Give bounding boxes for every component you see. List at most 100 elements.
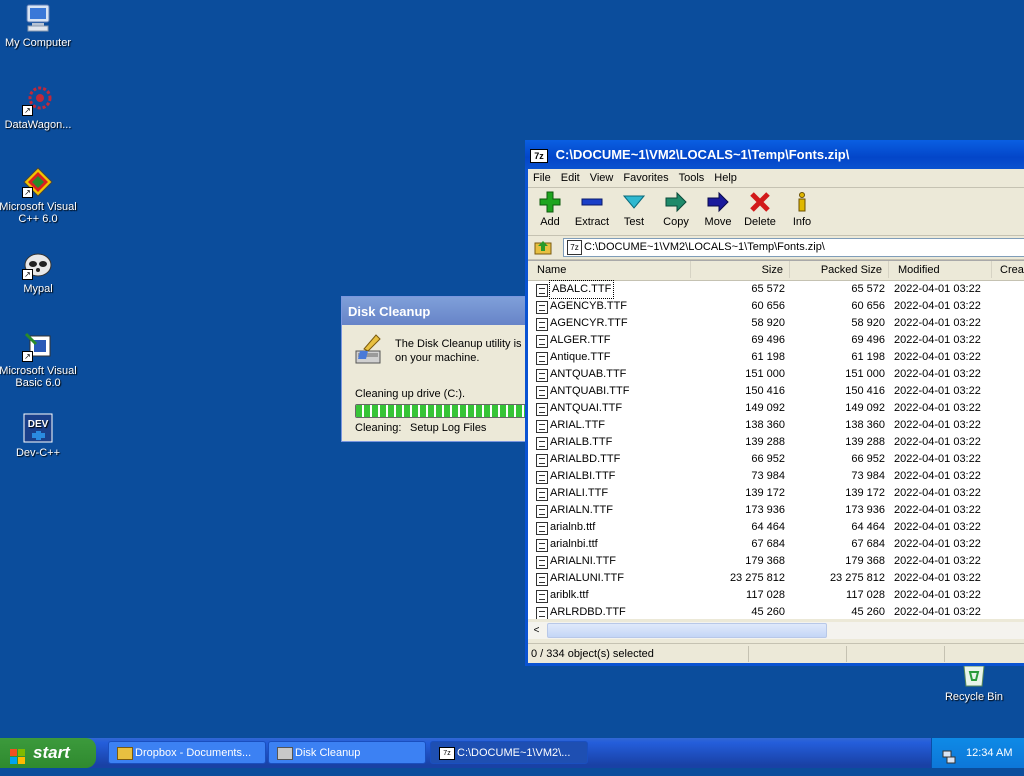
file-name: AGENCYB.TTF <box>550 300 628 312</box>
file-packed-size: 117 028 <box>846 589 885 601</box>
scroll-left-icon[interactable]: < <box>529 623 544 638</box>
7zip-toolbar: Add Extract Test Copy Move Delete Info <box>528 188 1024 236</box>
desktop-icon-my-computer[interactable]: My Computer <box>0 2 80 49</box>
status-bar: 0 / 334 object(s) selected <box>528 643 1024 664</box>
table-row[interactable]: ARIAL.TTF 138 360 138 360 2022-04-01 03:22 <box>528 417 1024 434</box>
table-row[interactable]: AGENCYR.TTF 58 920 58 920 2022-04-01 03:22 <box>528 315 1024 332</box>
task-7zip[interactable]: 7z C:\DOCUME~1\VM2\... <box>430 741 588 764</box>
dev-cpp-icon: DEV <box>22 412 54 444</box>
file-modified: 2022-04-01 03:22 <box>894 385 981 397</box>
address-bar: 7z C:\DOCUME~1\VM2\LOCALS~1\Temp\Fonts.z… <box>528 236 1024 260</box>
copy-button-label: Copy <box>663 216 689 228</box>
file-name: AGENCYR.TTF <box>550 317 628 329</box>
table-row[interactable]: ariblk.ttf 117 028 117 028 2022-04-01 03:22 <box>528 587 1024 604</box>
table-row[interactable]: Antique.TTF 61 198 61 198 2022-04-01 03:22 <box>528 349 1024 366</box>
file-modified: 2022-04-01 03:22 <box>894 334 981 346</box>
progress-fill <box>356 405 534 417</box>
file-packed-size: 69 496 <box>851 334 885 346</box>
address-text: C:\DOCUME~1\VM2\LOCALS~1\Temp\Fonts.zip\ <box>584 241 825 253</box>
start-button[interactable]: start <box>0 738 96 768</box>
clock[interactable]: 12:34 AM <box>966 738 1012 768</box>
menu-tools[interactable]: Tools <box>674 169 710 187</box>
table-row[interactable]: ABALC.TTF 65 572 65 572 2022-04-01 03:22 <box>528 280 1024 299</box>
desktop-icon-label: Microsoft Visual Basic 6.0 <box>0 365 77 389</box>
copy-button[interactable]: Copy <box>656 188 696 228</box>
address-input[interactable]: 7z C:\DOCUME~1\VM2\LOCALS~1\Temp\Fonts.z… <box>563 238 1024 257</box>
file-size: 179 368 <box>745 555 785 567</box>
table-row[interactable]: ARIALBI.TTF 73 984 73 984 2022-04-01 03:22 <box>528 468 1024 485</box>
up-folder-icon[interactable] <box>534 239 552 258</box>
file-modified: 2022-04-01 03:22 <box>894 351 981 363</box>
table-row[interactable]: arialnb.ttf 64 464 64 464 2022-04-01 03:22 <box>528 519 1024 536</box>
table-row[interactable]: ANTQUABI.TTF 150 416 150 416 2022-04-01 03:… <box>528 383 1024 400</box>
network-icon[interactable] <box>942 746 956 764</box>
file-packed-size: 45 260 <box>851 606 885 618</box>
table-row[interactable]: ARIALUNI.TTF 23 275 812 23 275 812 2022-04-… <box>528 570 1024 587</box>
file-name: ARIALUNI.TTF <box>550 572 624 584</box>
desktop-icon-label: DataWagon... <box>4 119 72 131</box>
file-name: ABALC.TTF <box>548 280 615 299</box>
desktop-icon-label: Recycle Bin <box>944 691 1004 703</box>
desktop-icon-label: My Computer <box>4 37 72 49</box>
file-name: ARIALB.TTF <box>550 436 613 448</box>
desktop-icon-visual-cpp[interactable]: ↗ Microsoft Visual C++ 6.0 <box>0 166 80 225</box>
extract-button[interactable]: Extract <box>572 188 612 228</box>
desktop-icon-recycle-bin[interactable]: Recycle Bin <box>932 665 1016 703</box>
info-button[interactable]: Info <box>782 188 822 228</box>
check-icon <box>623 195 645 209</box>
table-row[interactable]: ARLRDBD.TTF 45 260 45 260 2022-04-01 03:22 <box>528 604 1024 619</box>
my-computer-icon <box>22 2 54 34</box>
task-dropbox[interactable]: Dropbox - Documents... <box>108 741 266 764</box>
file-modified: 2022-04-01 03:22 <box>894 436 981 448</box>
column-name[interactable]: Name <box>528 261 691 278</box>
menu-file[interactable]: File <box>528 169 556 187</box>
file-modified: 2022-04-01 03:22 <box>894 555 981 567</box>
table-row[interactable]: AGENCYB.TTF 60 656 60 656 2022-04-01 03:22 <box>528 298 1024 315</box>
column-modified[interactable]: Modified <box>890 261 992 278</box>
test-button[interactable]: Test <box>614 188 654 228</box>
task-disk-cleanup[interactable]: Disk Cleanup <box>268 741 426 764</box>
column-size[interactable]: Size <box>691 261 790 278</box>
file-name: ARLRDBD.TTF <box>550 606 626 618</box>
delete-button[interactable]: Delete <box>740 188 780 228</box>
file-size: 67 684 <box>751 538 785 550</box>
table-row[interactable]: ARIALI.TTF 139 172 139 172 2022-04-01 03:22 <box>528 485 1024 502</box>
table-row[interactable]: ANTQUAB.TTF 151 000 151 000 2022-04-01 03:2… <box>528 366 1024 383</box>
disk-cleanup-drive-text: Cleaning up drive (C:). <box>355 388 466 400</box>
table-row[interactable]: ARIALN.TTF 173 936 173 936 2022-04-01 03:22 <box>528 502 1024 519</box>
file-rows: ABALC.TTF 65 572 65 572 2022-04-01 03:22 AGE… <box>528 280 1024 619</box>
desktop-icon-dev-cpp[interactable]: DEV Dev-C++ <box>0 412 80 459</box>
file-size: 64 464 <box>751 521 785 533</box>
table-row[interactable]: ARIALBD.TTF 66 952 66 952 2022-04-01 03:22 <box>528 451 1024 468</box>
file-name: ALGER.TTF <box>550 334 611 346</box>
disk-cleanup-window[interactable]: Disk Cleanup The Disk Cleanup utility is… <box>341 296 543 442</box>
column-created[interactable]: Creat <box>991 261 1024 278</box>
horizontal-scrollbar[interactable]: < <box>528 622 1024 639</box>
column-packed-size[interactable]: Packed Size <box>790 261 889 278</box>
table-row[interactable]: arialnbi.ttf 67 684 67 684 2022-04-01 03:22 <box>528 536 1024 553</box>
7zip-logo-icon: 7z <box>530 148 548 163</box>
table-row[interactable]: ANTQUAI.TTF 149 092 149 092 2022-04-01 03:2… <box>528 400 1024 417</box>
table-row[interactable]: ALGER.TTF 69 496 69 496 2022-04-01 03:22 <box>528 332 1024 349</box>
file-packed-size: 173 936 <box>845 504 885 516</box>
add-button[interactable]: Add <box>530 188 570 228</box>
table-row[interactable]: ARIALNI.TTF 179 368 179 368 2022-04-01 03:2… <box>528 553 1024 570</box>
file-packed-size: 66 952 <box>851 453 885 465</box>
move-button[interactable]: Move <box>698 188 738 228</box>
disk-cleanup-title: Disk Cleanup <box>342 297 542 325</box>
menu-edit[interactable]: Edit <box>556 169 585 187</box>
file-icon <box>536 386 548 399</box>
file-packed-size: 60 656 <box>851 300 885 312</box>
7zip-window[interactable]: 7z C:\DOCUME~1\VM2\LOCALS~1\Temp\Fonts.z… <box>525 140 1024 666</box>
scroll-thumb[interactable] <box>547 623 827 638</box>
menu-help[interactable]: Help <box>709 169 742 187</box>
file-list[interactable]: Name Size Packed Size Modified Creat ABA… <box>528 260 1024 619</box>
desktop-icon-visual-basic[interactable]: ↗ Microsoft Visual Basic 6.0 <box>0 330 80 389</box>
file-modified: 2022-04-01 03:22 <box>894 368 981 380</box>
menu-favorites[interactable]: Favorites <box>618 169 673 187</box>
desktop-icon-datawagon[interactable]: ↗ DataWagon... <box>0 84 80 131</box>
menu-view[interactable]: View <box>585 169 619 187</box>
desktop-icon-mypal[interactable]: ↗ Mypal <box>0 248 80 295</box>
table-row[interactable]: ARIALB.TTF 139 288 139 288 2022-04-01 03:22 <box>528 434 1024 451</box>
file-name: ariblk.ttf <box>550 589 589 601</box>
